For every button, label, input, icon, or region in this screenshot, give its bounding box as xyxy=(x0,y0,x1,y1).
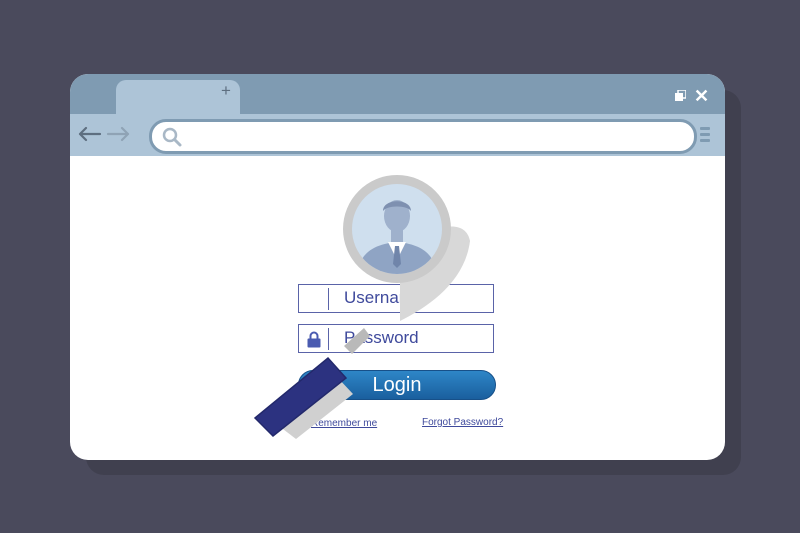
hamburger-menu-icon[interactable] xyxy=(700,127,710,143)
close-icon[interactable]: ✕ xyxy=(694,87,709,105)
lens-rim xyxy=(343,175,451,283)
lock-icon xyxy=(307,331,321,348)
new-tab-button[interactable]: + xyxy=(221,82,231,99)
restore-icon[interactable] xyxy=(675,90,686,101)
title-bar: + ✕ xyxy=(70,74,725,120)
lens-glass xyxy=(352,184,442,274)
checkbox-icon[interactable] xyxy=(298,417,308,427)
toolbar xyxy=(70,114,725,156)
password-placeholder: Password xyxy=(344,328,419,347)
login-button[interactable]: Login xyxy=(298,370,496,400)
remember-me-label: Remember me xyxy=(311,418,378,429)
field-divider xyxy=(328,328,329,350)
forgot-password-link[interactable]: Forgot Password? xyxy=(422,417,503,428)
browser-window: + ✕ Username Password Login Remember me … xyxy=(70,74,725,460)
user-avatar xyxy=(357,200,437,274)
address-bar[interactable] xyxy=(149,119,697,154)
address-input[interactable] xyxy=(188,125,682,150)
back-arrow-icon[interactable] xyxy=(76,125,102,143)
field-divider xyxy=(328,288,329,310)
remember-me-checkbox[interactable]: Remember me xyxy=(298,417,377,429)
username-placeholder: Username xyxy=(344,288,423,307)
page-content: Username Password Login Remember me Forg… xyxy=(70,156,725,460)
username-field[interactable]: Username xyxy=(298,284,494,313)
password-field[interactable]: Password xyxy=(298,324,494,353)
forward-arrow-icon[interactable] xyxy=(106,125,132,143)
search-icon xyxy=(162,127,182,147)
